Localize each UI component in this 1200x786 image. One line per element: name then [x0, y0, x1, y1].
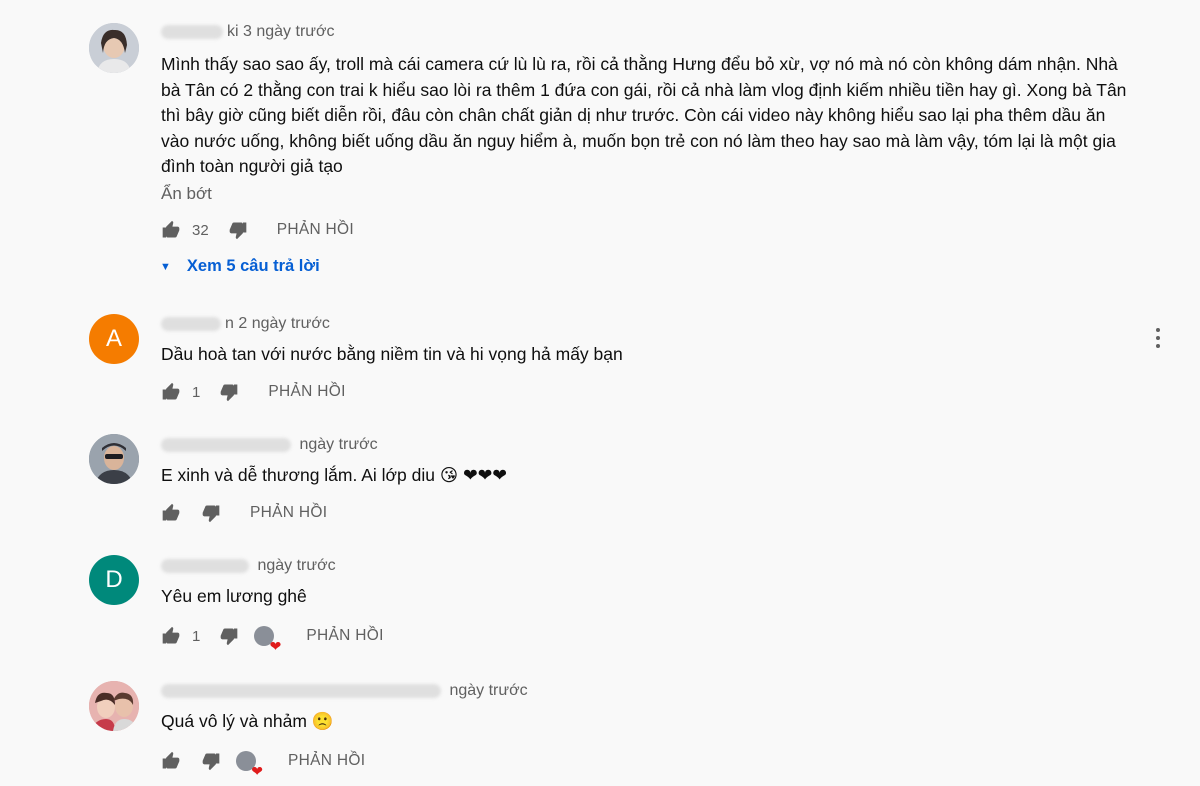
comment-time[interactable]: ngày trước [257, 557, 335, 574]
author-name[interactable] [161, 316, 221, 331]
avatar-letter: D [105, 566, 123, 593]
view-replies-label: Xem 5 câu trả lời [186, 257, 320, 275]
comment-text: Quá vô lý và nhảm 🙁 [161, 711, 334, 731]
reply-button[interactable]: PHẢN HỒI [277, 221, 354, 239]
comment-text: Yêu em lương ghê [161, 586, 307, 606]
comment-meta: ngày trước [161, 557, 336, 575]
comment-meta: ngày trước [161, 436, 378, 454]
comment-time[interactable]: 2 ngày trước [238, 315, 329, 332]
view-replies-button[interactable]: ▼ Xem 5 câu trả lời [160, 257, 320, 276]
comment-actions: 1 PHẢN HỒI [160, 380, 346, 404]
author-name[interactable] [161, 437, 291, 452]
comment-actions: ❤ PHẢN HỒI [160, 749, 365, 778]
thumb-up-icon[interactable] [160, 625, 182, 647]
creator-heart-icon: ❤ [236, 751, 263, 778]
thumb-up-icon[interactable] [160, 219, 182, 241]
heart-icon: ❤ [269, 638, 282, 654]
thumb-down-icon[interactable] [200, 502, 222, 524]
creator-heart-icon: ❤ [254, 626, 281, 653]
reply-button[interactable]: PHẢN HỒI [288, 752, 365, 770]
comment-text: Mình thấy sao sao ấy, troll mà cái camer… [161, 54, 1127, 176]
heart-icon: ❤ [251, 763, 263, 779]
avatar[interactable] [89, 681, 139, 731]
author-name[interactable] [161, 683, 441, 698]
comment-actions: 32 PHẢN HỒI [160, 218, 354, 242]
avatar[interactable] [89, 434, 139, 484]
reply-button[interactable]: PHẢN HỒI [306, 627, 383, 645]
like-count: 32 [192, 221, 209, 239]
like-count: 1 [192, 627, 201, 645]
comment-actions: PHẢN HỒI [160, 501, 327, 525]
thumb-up-icon[interactable] [160, 750, 182, 772]
caret-down-icon: ▼ [160, 260, 171, 273]
avatar[interactable]: D [89, 555, 139, 605]
comment-meta: n 2 ngày trước [161, 315, 330, 333]
comment-time[interactable]: 3 ngày trước [243, 23, 334, 40]
author-suffix: n [225, 315, 234, 332]
thumb-up-icon[interactable] [160, 502, 182, 524]
comment-meta: ki 3 ngày trước [161, 23, 334, 41]
author-suffix: ki [227, 23, 239, 40]
reply-button[interactable]: PHẢN HỒI [250, 504, 327, 522]
avatar-letter: A [105, 325, 122, 352]
thumb-down-icon[interactable] [218, 381, 240, 403]
more-vert-icon[interactable] [1150, 326, 1166, 350]
comment-actions: 1 ❤ PHẢN HỒI [160, 624, 384, 653]
author-name[interactable] [161, 558, 249, 573]
thumb-up-icon[interactable] [160, 381, 182, 403]
like-count: 1 [192, 383, 201, 401]
reply-button[interactable]: PHẢN HỒI [268, 383, 345, 401]
comment-time[interactable]: ngày trước [449, 682, 527, 699]
comment-text: E xinh và dễ thương lắm. Ai lớp diu 😘 ❤❤… [161, 465, 507, 485]
thumb-down-icon[interactable] [227, 219, 249, 241]
thumb-down-icon[interactable] [200, 750, 222, 772]
comment-time[interactable]: ngày trước [299, 436, 377, 453]
thumb-down-icon[interactable] [218, 625, 240, 647]
author-name[interactable] [161, 24, 223, 39]
show-less-button[interactable]: Ẩn bớt [161, 184, 212, 204]
avatar[interactable]: A [89, 314, 139, 364]
comment-text: Dầu hoà tan với nước bằng niềm tin và hi… [161, 344, 623, 364]
avatar[interactable] [89, 23, 139, 73]
comment-meta: ngày trước [161, 682, 528, 700]
